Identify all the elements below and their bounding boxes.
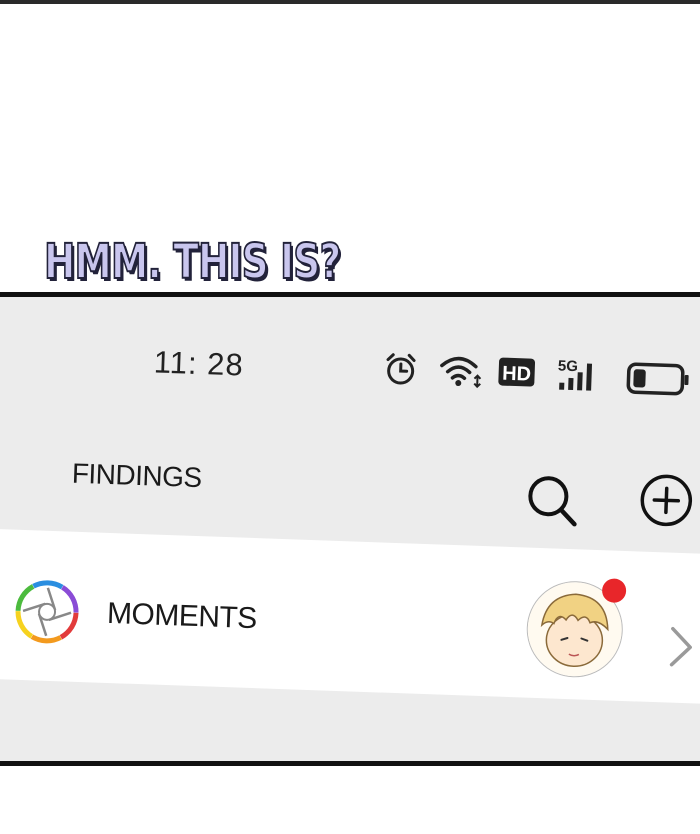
status-time: 11: 28 xyxy=(153,344,245,383)
add-icon[interactable] xyxy=(637,471,695,529)
hd-icon: HD xyxy=(498,357,536,387)
battery-icon xyxy=(626,362,689,396)
wifi-icon xyxy=(440,356,482,389)
hd-label: HD xyxy=(502,363,532,386)
moments-row[interactable]: MOMENTS xyxy=(0,528,700,705)
page-title: FINDINGS xyxy=(71,457,203,494)
comic-panel: 11: 28 HD 5G FINDINGS MOMENTS xyxy=(0,292,700,766)
moments-logo-icon xyxy=(15,580,79,644)
search-icon[interactable] xyxy=(522,470,584,532)
network-label: 5G xyxy=(558,358,579,376)
speech-caption: HMM. THIS IS? xyxy=(43,234,342,290)
signal-5g-icon: 5G xyxy=(558,358,593,391)
chevron-right-icon[interactable] xyxy=(665,622,697,671)
moments-label: MOMENTS xyxy=(106,596,258,636)
top-panel-border xyxy=(0,0,700,4)
alarm-icon xyxy=(386,353,416,385)
notification-badge xyxy=(601,578,627,604)
phone-screen: 11: 28 HD 5G FINDINGS MOMENTS xyxy=(0,297,700,761)
